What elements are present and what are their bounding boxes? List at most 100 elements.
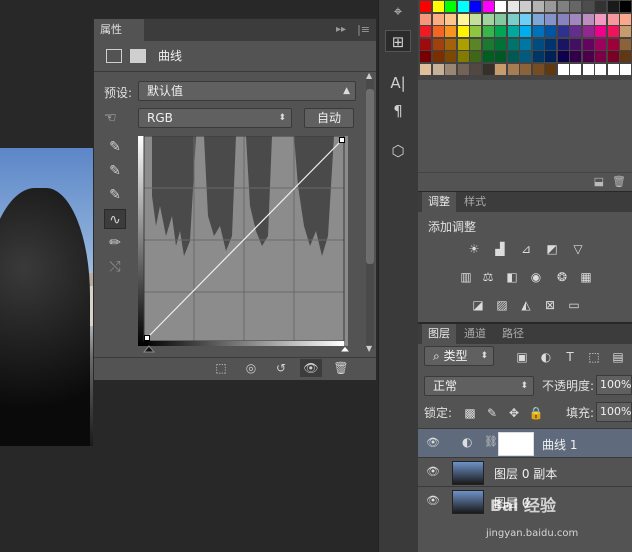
color-swatch[interactable]	[507, 13, 519, 25]
color-swatch[interactable]	[470, 51, 481, 62]
link-icon[interactable]: ⛓	[484, 435, 498, 448]
color-swatch[interactable]	[432, 26, 444, 37]
color-swatch[interactable]	[532, 13, 544, 25]
color-swatch[interactable]	[545, 26, 556, 37]
eye-icon[interactable]: 👁	[426, 494, 440, 507]
color-swatch[interactable]	[470, 26, 481, 37]
eyedropper-white-icon[interactable]: ✎	[104, 185, 126, 205]
tab-channels[interactable]: 通道	[458, 324, 492, 344]
trash-icon[interactable]: 🗑	[330, 359, 352, 377]
color-swatch[interactable]	[507, 1, 519, 12]
color-lookup-icon[interactable]: ▦	[578, 270, 594, 284]
color-swatch[interactable]	[507, 51, 519, 62]
tab-layers[interactable]: 图层	[422, 324, 456, 344]
curves-icon[interactable]	[106, 49, 122, 63]
color-swatch[interactable]	[532, 51, 544, 62]
color-swatch[interactable]	[570, 51, 581, 62]
color-swatch[interactable]	[582, 63, 594, 75]
paragraph-icon[interactable]: ¶	[385, 100, 411, 122]
new-swatch-icon[interactable]: ⬓	[594, 175, 604, 188]
color-swatch[interactable]	[495, 13, 506, 25]
tab-paths[interactable]: 路径	[496, 324, 530, 344]
scroll-up-icon[interactable]: ▲	[366, 71, 372, 80]
color-swatch[interactable]	[495, 51, 506, 62]
filter-shape-icon[interactable]: ⬚	[586, 350, 602, 364]
color-swatch[interactable]	[457, 13, 469, 25]
reset-icon[interactable]: ↺	[270, 359, 292, 377]
scrollbar-thumb[interactable]	[366, 89, 374, 264]
trash-icon[interactable]: 🗑	[612, 175, 626, 188]
lock-transparent-icon[interactable]: ▩	[462, 406, 478, 420]
color-swatch[interactable]	[482, 38, 494, 50]
color-swatch[interactable]	[432, 63, 444, 75]
color-swatch[interactable]	[532, 63, 544, 75]
color-swatch[interactable]	[482, 26, 494, 37]
lock-pixels-icon[interactable]: ✎	[484, 406, 500, 420]
color-swatch[interactable]	[507, 38, 519, 50]
curves-graph[interactable]	[138, 136, 348, 346]
hue-saturation-icon[interactable]: ▥	[458, 270, 474, 284]
color-swatch[interactable]	[520, 1, 531, 12]
layer-mask-thumbnail[interactable]	[498, 432, 534, 456]
layer-kind-filter[interactable]: ⌕ 类型 ⬍	[424, 346, 494, 366]
color-swatch[interactable]	[620, 1, 631, 12]
color-swatch[interactable]	[507, 63, 519, 75]
color-swatch[interactable]	[557, 51, 569, 62]
color-swatch[interactable]	[545, 63, 556, 75]
color-swatch[interactable]	[420, 1, 431, 12]
posterize-icon[interactable]: ▨	[494, 298, 510, 312]
color-balance-icon[interactable]: ⚖	[480, 270, 496, 284]
color-swatch[interactable]	[457, 63, 469, 75]
fill-input[interactable]: 100%	[596, 402, 632, 422]
view-previous-icon[interactable]: ◎	[240, 359, 262, 377]
color-swatch[interactable]	[582, 1, 594, 12]
color-swatch[interactable]	[620, 13, 631, 25]
color-swatch[interactable]	[457, 26, 469, 37]
color-swatch[interactable]	[520, 26, 531, 37]
color-swatch[interactable]	[432, 13, 444, 25]
color-swatch[interactable]	[607, 13, 619, 25]
color-swatch[interactable]	[545, 1, 556, 12]
color-swatch[interactable]	[520, 51, 531, 62]
color-swatch[interactable]	[595, 26, 606, 37]
color-swatch[interactable]	[582, 38, 594, 50]
color-swatch[interactable]	[532, 1, 544, 12]
color-swatch[interactable]	[482, 51, 494, 62]
color-swatch[interactable]	[607, 1, 619, 12]
color-swatch[interactable]	[570, 1, 581, 12]
color-swatch[interactable]	[420, 51, 431, 62]
color-swatch[interactable]	[445, 13, 456, 25]
color-swatch[interactable]	[570, 26, 581, 37]
preset-dropdown[interactable]: 默认值 ▲	[138, 81, 356, 101]
eye-icon[interactable]: 👁	[300, 359, 322, 377]
color-swatch[interactable]	[545, 51, 556, 62]
color-swatch[interactable]	[470, 38, 481, 50]
color-swatch[interactable]	[470, 13, 481, 25]
channel-dropdown[interactable]: RGB ⬍	[138, 108, 292, 128]
color-swatch[interactable]	[545, 13, 556, 25]
color-swatch[interactable]	[495, 63, 506, 75]
color-swatch[interactable]	[595, 38, 606, 50]
color-swatch[interactable]	[495, 38, 506, 50]
filter-smart-object-icon[interactable]: ▤	[610, 350, 626, 364]
color-swatch[interactable]	[620, 26, 631, 37]
color-swatch[interactable]	[457, 1, 469, 12]
color-swatch[interactable]	[595, 1, 606, 12]
lock-all-icon[interactable]: 🔒	[528, 406, 544, 420]
color-swatch[interactable]	[582, 51, 594, 62]
color-swatch[interactable]	[557, 38, 569, 50]
panel-menu-icon[interactable]: |≡	[357, 19, 370, 41]
photo-filter-icon[interactable]: ◉	[528, 270, 544, 284]
curve-tool-icon[interactable]: ∿	[104, 209, 126, 229]
smooth-icon[interactable]: ⤭	[104, 257, 126, 277]
color-swatch[interactable]	[470, 1, 481, 12]
input-levels-slider[interactable]	[142, 344, 352, 354]
blend-mode-dropdown[interactable]: 正常 ⬍	[424, 376, 534, 396]
collapse-icon[interactable]: ▸▸	[336, 19, 346, 41]
exposure-icon[interactable]: ◩	[544, 242, 560, 256]
color-swatch[interactable]	[532, 38, 544, 50]
color-swatch[interactable]	[420, 38, 431, 50]
color-swatch[interactable]	[457, 38, 469, 50]
color-swatch[interactable]	[445, 38, 456, 50]
brightness-icon[interactable]: ☀	[466, 242, 482, 256]
